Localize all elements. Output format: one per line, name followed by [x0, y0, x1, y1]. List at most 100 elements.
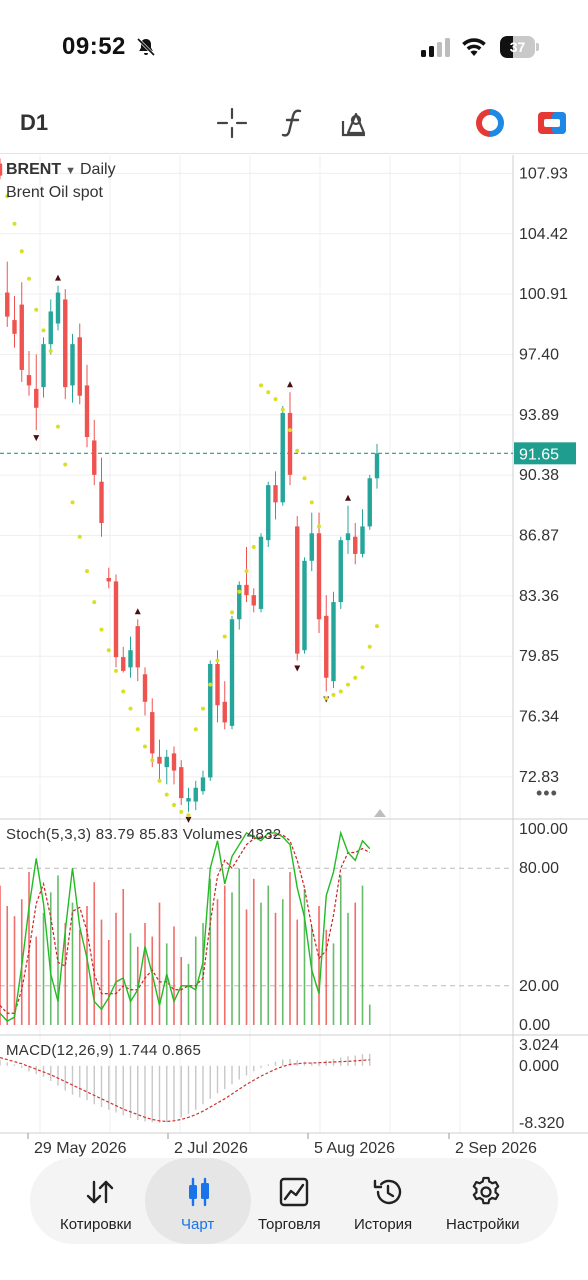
price-axis-label: 104.42	[519, 226, 568, 243]
candle-bearish	[222, 701, 227, 723]
parabolic-sar-dot	[251, 545, 256, 550]
parabolic-sar-dot	[12, 221, 17, 226]
parabolic-sar-dot	[99, 627, 104, 632]
candle-bearish	[77, 337, 82, 396]
candle-bullish	[360, 526, 365, 554]
candle-bearish	[63, 299, 68, 388]
candle-bullish	[309, 533, 314, 561]
candle-bearish	[353, 536, 358, 554]
candle-bullish	[128, 650, 133, 668]
parabolic-sar-dot	[331, 692, 336, 697]
date-axis-label: 29 May 2026	[34, 1140, 127, 1157]
candle-bullish	[280, 412, 285, 503]
price-chart[interactable]: 107.93 104.42 100.91 97.40 93.89 90.38 86.87 83…	[0, 155, 588, 1160]
macd-signal-line	[0, 1056, 370, 1123]
macd-axis-label: 3.024	[519, 1037, 559, 1054]
volume-bar	[35, 936, 38, 1025]
volume-bar	[0, 885, 1, 1025]
nav-trade[interactable]: Торговля	[252, 1158, 358, 1244]
nav-settings[interactable]: Настройки	[440, 1158, 552, 1244]
parabolic-sar-dot	[237, 589, 242, 594]
candle-bearish	[324, 615, 329, 678]
parabolic-sar-dot	[346, 682, 350, 687]
parabolic-sar-dot	[360, 665, 365, 670]
parabolic-sar-dot	[295, 448, 300, 453]
volume-bar	[93, 882, 96, 1025]
volume-bar	[368, 1004, 371, 1025]
parabolic-sar-dot	[324, 696, 329, 701]
parabolic-sar-dot	[27, 276, 31, 281]
parabolic-sar-dot	[273, 397, 278, 402]
bell-off-icon	[136, 37, 156, 57]
volume-bar	[310, 926, 313, 1025]
parabolic-sar-dot	[48, 349, 53, 354]
parabolic-sar-dot	[77, 534, 82, 539]
price-axis-label: 90.38	[519, 467, 559, 484]
candle-bearish	[295, 526, 300, 654]
volume-bar	[151, 936, 154, 1025]
parabolic-sar-dot	[92, 600, 97, 605]
candle-bearish	[0, 163, 3, 176]
parabolic-sar-dot	[150, 758, 155, 763]
parabolic-sar-dot	[280, 407, 285, 412]
volume-bar	[223, 885, 226, 1025]
volume-bar	[238, 868, 241, 1025]
fractal-up-marker	[287, 381, 293, 388]
volume-bar	[296, 919, 299, 1025]
candle-bearish	[92, 440, 97, 475]
parabolic-sar-dot	[338, 689, 343, 694]
volume-bar	[115, 912, 117, 1025]
parabolic-sar-dot	[353, 675, 358, 680]
drawing-tools-icon[interactable]	[338, 107, 370, 139]
quotes-icon	[86, 1180, 114, 1204]
volume-bar	[165, 943, 168, 1025]
candle-bearish	[121, 657, 126, 671]
fractal-down-marker	[294, 665, 301, 672]
more-options-icon[interactable]: •••	[536, 783, 558, 804]
one-click-trading-icon[interactable]	[474, 107, 506, 139]
stochastic-label: Stoch(5,3,3) 83.79 85.83 Volumes 4832	[6, 826, 282, 843]
nav-history[interactable]: История	[348, 1158, 454, 1244]
function-icon[interactable]	[278, 107, 310, 139]
candle-bearish	[26, 375, 32, 386]
period-label: Daily	[80, 161, 116, 178]
volume-bar	[144, 923, 146, 1025]
crosshair-icon[interactable]	[216, 107, 248, 139]
parabolic-sar-dot	[317, 524, 321, 529]
parabolic-sar-dot	[106, 648, 111, 653]
symbol-name: BRENT	[6, 161, 62, 178]
volume-bar	[231, 892, 233, 1025]
fractal-down-marker	[185, 816, 192, 823]
candle-bullish	[70, 344, 75, 386]
chart-area[interactable]: 107.93 104.42 100.91 97.40 93.89 90.38 86.87 83…	[0, 155, 588, 1160]
status-time: 09:52	[62, 33, 126, 60]
trade-icon	[279, 1177, 309, 1207]
parabolic-sar-dot	[128, 706, 133, 711]
candle-bullish	[302, 560, 307, 651]
parabolic-sar-dot	[259, 383, 263, 388]
parabolic-sar-dot	[367, 644, 372, 649]
price-axis-label: 86.87	[519, 528, 559, 545]
symbol-header[interactable]: BRENT ▼ Daily	[6, 161, 116, 179]
nav-quotes[interactable]: Котировки	[42, 1158, 158, 1244]
candle-bullish	[186, 798, 191, 802]
chart-toolbar: D1	[0, 96, 588, 154]
candle-bullish	[266, 485, 271, 541]
volume-bar	[289, 872, 291, 1025]
status-bar: 09:52 37	[0, 0, 588, 96]
price-axis-label: 93.89	[519, 407, 559, 424]
trade-panel-icon[interactable]	[536, 107, 568, 139]
nav-chart[interactable]: Чарт	[145, 1158, 251, 1244]
volume-bar	[78, 929, 81, 1025]
parabolic-sar-dot	[201, 706, 205, 711]
candle-bearish	[287, 412, 293, 475]
candle-bearish	[142, 674, 148, 702]
candle-bearish	[150, 712, 155, 754]
timeframe-button[interactable]: D1	[20, 110, 48, 136]
candle-bullish	[208, 663, 213, 778]
parabolic-sar-dot	[186, 813, 191, 818]
parabolic-sar-dot	[164, 792, 169, 797]
volume-bar	[158, 902, 161, 1025]
nav-settings-label: Настройки	[446, 1216, 520, 1233]
parabolic-sar-dot	[85, 569, 89, 574]
